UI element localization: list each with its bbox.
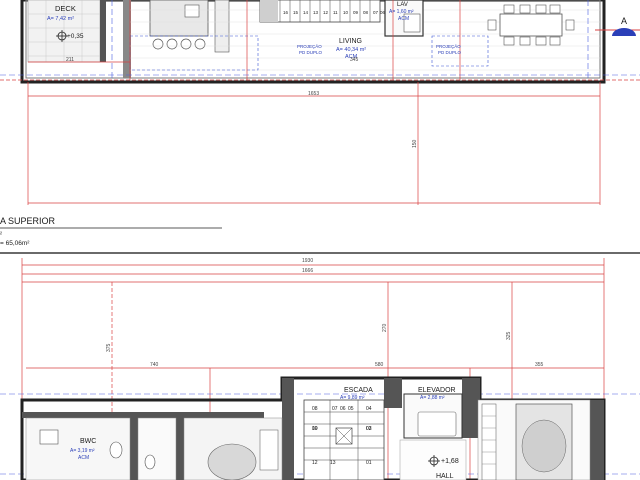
stair-step-number: 14	[303, 10, 309, 15]
stair-step-number: 15	[293, 10, 299, 15]
projection-left-line2: PD DUPLO	[299, 50, 323, 55]
upper-floor-plan: 161514131211100908070605	[0, 0, 640, 247]
stair-step-number: 11	[333, 10, 338, 15]
bar-stools	[152, 38, 206, 50]
bwc-name: BWC	[80, 438, 96, 445]
stair-step-number: 13	[313, 10, 319, 15]
lav-area: A= 1,60 m²	[389, 9, 414, 15]
dimension-small-mid: 345	[350, 57, 359, 63]
deck-area: A= 7,42 m²	[47, 16, 74, 22]
projection-left-line1: PROJEÇÃO	[297, 43, 322, 49]
dimension-total-width-lower: 1930	[302, 258, 313, 264]
stair-step-number: 08	[363, 10, 369, 15]
deck-name: DECK	[55, 4, 76, 13]
floor-plan-drawing: 161514131211100908070605	[0, 0, 640, 480]
dimension-total-width: 1653	[308, 91, 319, 97]
stair-step-number: 10	[343, 10, 349, 15]
stair-step-number: 01	[366, 460, 372, 466]
stair-step-number: 06	[340, 406, 346, 412]
dining-table	[499, 13, 563, 37]
stair-step-number: 07	[332, 406, 338, 412]
dimension-inner-width-lower: 1666	[302, 268, 313, 274]
dimension-height-mid: 270	[382, 323, 388, 332]
stair-step-number: 13	[330, 460, 336, 466]
dimension-height-right: 325	[506, 331, 512, 340]
lower-floor-plan: 08 07 06 05 040910 030212 13 01 1930 166…	[0, 258, 640, 480]
stair-step-number: 10	[312, 426, 318, 432]
kitchen-island	[149, 0, 209, 37]
stair-step-number: 02	[366, 426, 372, 432]
projection-right-line2: PD DUPLO	[438, 50, 462, 55]
dimension-mid-span: 580	[375, 362, 384, 368]
lav-name: LAV	[397, 2, 408, 8]
escada-area: A= 9,89 m²	[340, 395, 365, 401]
escada-name: ESCADA	[344, 387, 373, 394]
elevador-name: ELEVADOR	[418, 387, 456, 394]
stair-step-number: 12	[323, 10, 329, 15]
upper-plan-area-line1: ²	[0, 232, 2, 238]
section-marker-icon	[612, 28, 636, 36]
bwc-area: A= 3,19 m²	[70, 448, 95, 454]
lav-floor: ACM	[398, 16, 409, 22]
projection-right-line1: PROJEÇÃO	[436, 43, 461, 49]
living-area: A= 40,34 m²	[336, 47, 366, 53]
stair-step-number: 16	[283, 10, 289, 15]
section-marker-label: A	[621, 16, 627, 26]
stair-step-number: 07	[373, 10, 379, 15]
upper-plan-title: A SUPERIOR	[0, 216, 56, 226]
stair-step-number: 08	[312, 406, 318, 412]
stair-step-number: 12	[312, 460, 318, 466]
deck-level: +0,35	[67, 33, 84, 40]
elevador-area: A= 2,88 m²	[420, 395, 445, 401]
dimension-depth: 150	[412, 139, 418, 148]
hall-level: +1,68	[441, 458, 459, 465]
stair-step-number: 05	[348, 406, 354, 412]
stair-step-number: 09	[353, 10, 359, 15]
hall-name: HALL	[436, 473, 454, 480]
dimension-small-left: 211	[66, 57, 74, 63]
dimension-height-left: 375	[106, 343, 112, 352]
living-name: LIVING	[339, 38, 362, 45]
upper-plan-area-line2: = 65,06m²	[0, 240, 30, 247]
bwc-floor: ACM	[78, 455, 89, 461]
dimension-left-span: 740	[150, 362, 159, 368]
dimension-right-span: 355	[535, 362, 544, 368]
stair-step-number: 04	[366, 406, 372, 412]
round-rug	[207, 443, 257, 480]
